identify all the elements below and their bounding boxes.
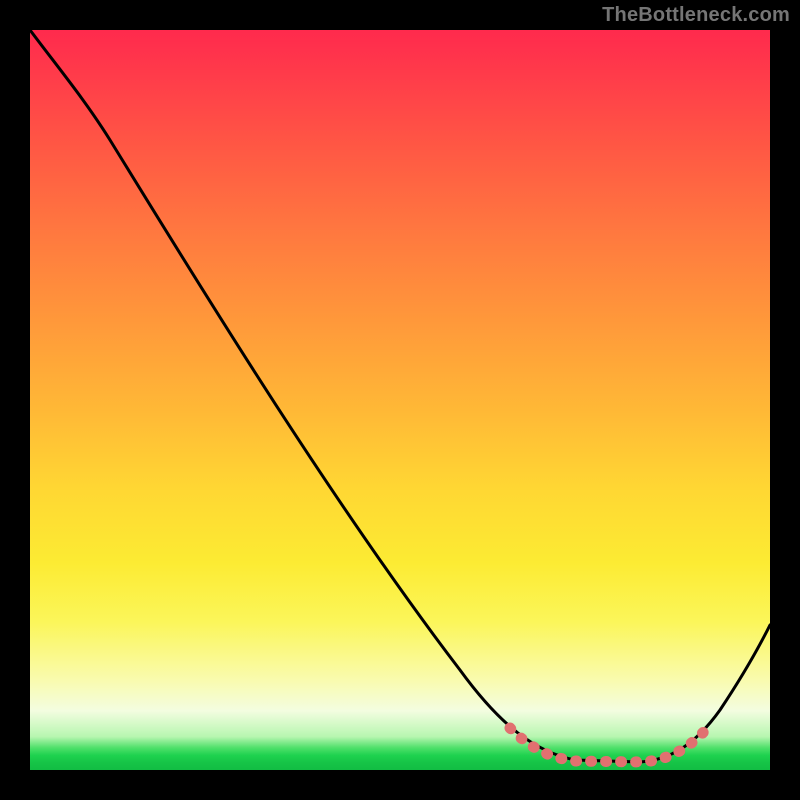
curve-layer — [30, 30, 770, 770]
chart-stage: TheBottleneck.com — [0, 0, 800, 800]
optimal-band-marker — [510, 725, 710, 762]
plot-area — [30, 30, 770, 770]
attribution-watermark: TheBottleneck.com — [602, 4, 790, 27]
bottleneck-curve — [30, 30, 770, 762]
